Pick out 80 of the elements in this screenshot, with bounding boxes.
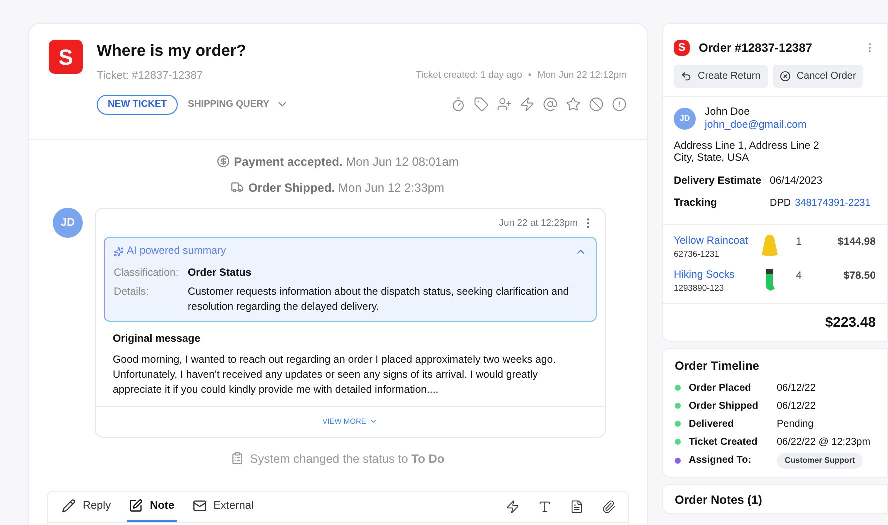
customer-name: John Doe xyxy=(705,106,751,119)
composer-tab[interactable]: Note xyxy=(127,492,177,522)
timeline-label: Order Placed xyxy=(689,382,752,396)
tag-icon[interactable] xyxy=(474,97,489,112)
cancel-circle-icon xyxy=(780,71,791,82)
attach-icon[interactable] xyxy=(602,500,616,514)
note-edit-icon xyxy=(129,498,144,513)
ticket-number: Ticket: #12837-12387 xyxy=(97,69,203,84)
quantity: 1 xyxy=(795,234,803,250)
status-badge[interactable]: NEW TICKET xyxy=(97,94,178,115)
composer-tab[interactable]: Reply xyxy=(60,492,114,522)
order-action-button[interactable]: Create Return xyxy=(674,65,768,88)
timeline-value: 06/12/22 xyxy=(777,400,817,414)
mail-icon xyxy=(192,498,207,513)
summary-title: AI powered summary xyxy=(127,244,226,259)
timeline-label: Delivered xyxy=(689,418,736,432)
assignee-badge: Customer Support xyxy=(777,452,864,468)
event-text: Order Shipped. Mon Jun 12 2:33pm xyxy=(248,180,445,197)
store-logo: S xyxy=(674,40,690,56)
return-arrow-icon xyxy=(681,71,692,82)
user-add-icon[interactable] xyxy=(497,97,512,112)
dollar-coin-icon xyxy=(217,155,230,168)
order-total: $223.48 xyxy=(825,312,876,332)
timeline-value: 06/12/22 xyxy=(777,382,817,396)
lightning-icon[interactable] xyxy=(506,500,520,514)
separator-dot: • xyxy=(528,69,532,84)
avatar: JD xyxy=(53,208,83,238)
sock-icon xyxy=(765,268,775,290)
alert-icon[interactable] xyxy=(612,97,627,112)
price: $144.98 xyxy=(837,234,876,250)
composer-tab[interactable]: External xyxy=(190,492,256,522)
text-format-icon[interactable] xyxy=(538,500,552,514)
product-link[interactable]: Hiking Socks xyxy=(674,268,760,282)
truck-icon xyxy=(231,181,244,194)
star-icon[interactable] xyxy=(566,97,581,112)
product-sku: 1293890-123 xyxy=(674,282,726,294)
email-link[interactable]: john_doe@gmail.com xyxy=(705,119,807,132)
store-logo: S xyxy=(49,40,83,74)
category-dropdown[interactable]: SHIPPING QUERY xyxy=(188,98,289,112)
order-action-button[interactable]: Cancel Order xyxy=(772,65,864,88)
quantity: 4 xyxy=(795,268,803,284)
raincoat-icon xyxy=(762,234,778,256)
message-body: Good morning, I wanted to reach out regarding an order I placed approximately two weeks ago. Unfortunately, I haven't received any updates or seen any signs of its arrival. I would greatly appreciate it if you could kindly provide me with detailed information.... xyxy=(96,353,605,408)
document-icon[interactable] xyxy=(570,500,584,514)
event-text: Payment accepted. Mon Jun 12 08:01am xyxy=(234,154,459,171)
field-label: Classification: xyxy=(114,266,180,281)
at-sign-icon[interactable] xyxy=(543,97,558,112)
timeline-label: Assigned To: xyxy=(689,454,753,468)
timer-icon[interactable] xyxy=(451,97,466,112)
message-time: Jun 22 at 12:23pm xyxy=(499,216,578,231)
carrier-name: DPD xyxy=(770,196,792,211)
ticket-title: Where is my order? xyxy=(97,42,248,62)
sparkle-icon xyxy=(114,246,124,257)
timeline-label: Ticket Created xyxy=(689,436,759,450)
status-change-text: System changed the status to To Do xyxy=(250,450,445,468)
price: $78.50 xyxy=(842,268,876,284)
timeline-label: Order Shipped xyxy=(689,400,760,414)
order-title: Order #12837-12387 xyxy=(699,40,814,57)
avatar: JD xyxy=(674,108,696,130)
tracking-link[interactable]: 348174391-2231 xyxy=(795,196,871,212)
notes-title: Order Notes (1) xyxy=(675,492,764,508)
address-line: Address Line 1, Address Line 2 xyxy=(674,140,820,152)
field-label: Tracking xyxy=(674,196,718,211)
delivery-date: 06/14/2023 xyxy=(770,174,824,189)
details-text: Customer requests information about the dispatch status, seeking clarification and resolution regarding the delayed delivery. xyxy=(188,284,570,314)
timeline-title: Order Timeline xyxy=(675,358,760,374)
block-icon[interactable] xyxy=(589,97,604,112)
classification-value: Order Status xyxy=(188,266,253,281)
field-label: Details: xyxy=(114,284,150,300)
timeline-value: 06/22/22 @ 12:23pm xyxy=(777,436,872,450)
address-line: City, State, USA xyxy=(674,152,750,164)
original-title: Original message xyxy=(112,332,202,346)
field-label: Delivery Estimate xyxy=(674,174,763,189)
ticket-date: Mon Jun 22 12:12pm xyxy=(538,69,627,84)
ticket-created: Ticket created: 1 day ago xyxy=(416,69,522,84)
timeline-value: Pending xyxy=(777,418,815,432)
product-link[interactable]: Yellow Raincoat xyxy=(674,234,760,248)
product-sku: 62736-1231 xyxy=(674,248,720,260)
clipboard-icon xyxy=(231,452,244,465)
pencil-icon xyxy=(62,498,76,513)
